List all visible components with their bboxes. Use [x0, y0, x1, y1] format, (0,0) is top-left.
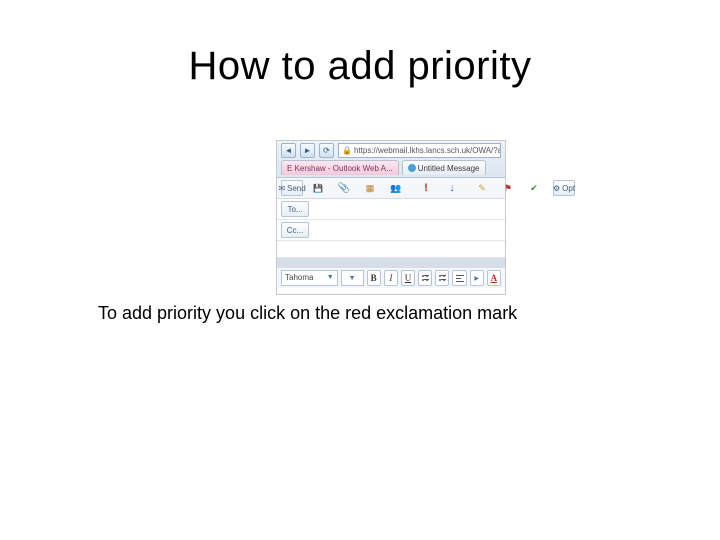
exclamation-icon: ! — [424, 182, 428, 194]
browser-chrome: ◄ ► ⟳ 🔒 https://webmail.lkhs.lancs.sch.u… — [277, 141, 505, 178]
forward-button[interactable]: ► — [300, 143, 315, 158]
lock-icon: 🔒 — [342, 144, 352, 157]
address-bar[interactable]: 🔒 https://webmail.lkhs.lancs.sch.uk/OWA/… — [338, 143, 501, 158]
bullets-button[interactable] — [418, 270, 432, 286]
reload-button[interactable]: ⟳ — [319, 143, 334, 158]
send-label: Send — [287, 184, 306, 193]
font-name: Tahoma — [285, 272, 313, 284]
tab-compose[interactable]: Untitled Message — [402, 160, 486, 175]
tab-label: Untitled Message — [418, 164, 480, 173]
tab-label: E Kershaw - Outlook Web A... — [287, 164, 393, 173]
back-button[interactable]: ◄ — [281, 143, 296, 158]
format-toolbar: Tahoma ▼ ▼ B I U A — [277, 268, 505, 288]
slide-caption: To add priority you click on the red exc… — [98, 302, 538, 325]
flag-button[interactable]: ⚑ — [497, 180, 519, 196]
compose-window: ✉ Send 💾 📎 ▦ 👥 ! ↓ ✎ ⚑ ✔ ⚙ Opt To... — [277, 178, 505, 294]
options-label: Opt — [562, 184, 575, 193]
chevron-down-icon: ▼ — [349, 275, 356, 282]
font-select[interactable]: Tahoma ▼ — [281, 270, 338, 286]
spell-button[interactable]: ✔ — [523, 180, 545, 196]
italic-button[interactable]: I — [384, 270, 398, 286]
numbering-button[interactable] — [435, 270, 449, 286]
subject-field-row — [277, 241, 505, 258]
compose-toolbar: ✉ Send 💾 📎 ▦ 👥 ! ↓ ✎ ⚑ ✔ ⚙ Opt — [277, 178, 505, 199]
chevron-down-icon: ▼ — [327, 272, 334, 284]
signature-button[interactable]: ✎ — [471, 180, 493, 196]
indent-button[interactable] — [470, 270, 484, 286]
globe-icon — [408, 164, 416, 172]
subject-input[interactable] — [281, 243, 501, 255]
checknames-button[interactable]: 👥 — [385, 180, 407, 196]
browser-nav-row: ◄ ► ⟳ 🔒 https://webmail.lkhs.lancs.sch.u… — [277, 141, 505, 160]
paperclip-icon: 📎 — [338, 183, 350, 194]
flag-icon: ⚑ — [504, 183, 512, 194]
tab-inbox[interactable]: E Kershaw - Outlook Web A... — [281, 160, 399, 175]
people-icon: 👥 — [390, 183, 401, 194]
bold-button[interactable]: B — [367, 270, 381, 286]
toolbar-stripe — [277, 258, 505, 268]
envelope-icon: ✉ — [278, 184, 285, 193]
address-text: https://webmail.lkhs.lancs.sch.uk/OWA/?a… — [354, 144, 501, 157]
book-icon: ▦ — [366, 183, 375, 194]
to-field-row: To... — [277, 199, 505, 220]
addressbook-button[interactable]: ▦ — [359, 180, 381, 196]
align-button[interactable] — [452, 270, 466, 286]
cc-button[interactable]: Cc... — [281, 222, 309, 238]
attach-button[interactable]: 📎 — [333, 180, 355, 196]
cc-input[interactable] — [315, 224, 501, 236]
to-input[interactable] — [315, 203, 501, 215]
compose-body[interactable] — [277, 288, 505, 294]
font-color-button[interactable]: A — [487, 270, 501, 286]
gear-icon: ⚙ — [553, 184, 560, 193]
down-arrow-icon: ↓ — [450, 183, 455, 194]
send-button[interactable]: ✉ Send — [281, 180, 303, 196]
browser-tabs: E Kershaw - Outlook Web A... Untitled Me… — [277, 160, 505, 177]
options-button[interactable]: ⚙ Opt — [553, 180, 575, 196]
to-button[interactable]: To... — [281, 201, 309, 217]
address-fields: To... Cc... — [277, 199, 505, 258]
priority-high-button[interactable]: ! — [415, 180, 437, 196]
size-select[interactable]: ▼ — [341, 270, 364, 286]
underline-button[interactable]: U — [401, 270, 415, 286]
abc-icon: ✔ — [530, 183, 538, 194]
slide-title: How to add priority — [0, 44, 720, 89]
signature-icon: ✎ — [478, 183, 486, 194]
save-button[interactable]: 💾 — [307, 180, 329, 196]
cc-field-row: Cc... — [277, 220, 505, 241]
owa-screenshot: ◄ ► ⟳ 🔒 https://webmail.lkhs.lancs.sch.u… — [276, 140, 506, 295]
priority-low-button[interactable]: ↓ — [441, 180, 463, 196]
